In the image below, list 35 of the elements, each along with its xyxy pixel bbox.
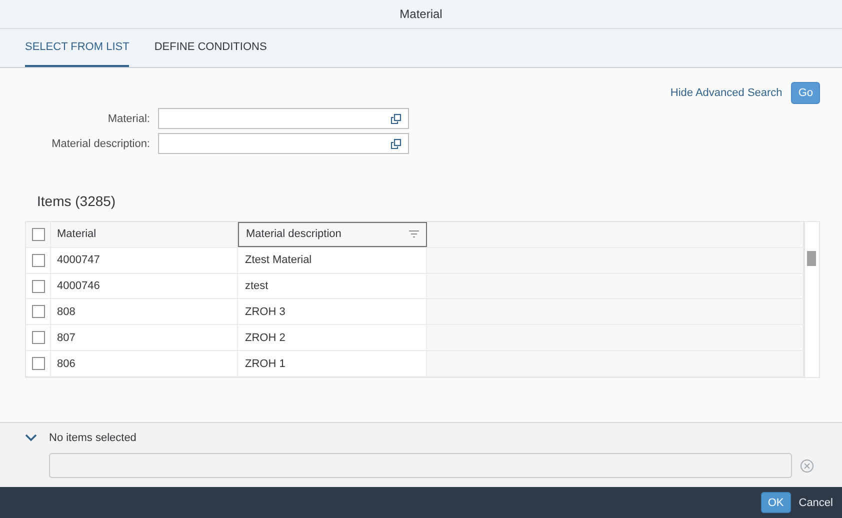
table-cell: ZROH 1 — [238, 351, 427, 376]
input-field[interactable] — [158, 108, 409, 129]
scrollbar-thumb[interactable] — [807, 251, 816, 266]
filter-icon[interactable] — [409, 230, 419, 238]
table-cell: Ztest Material — [238, 248, 427, 273]
table-cell: ZROH 2 — [238, 325, 427, 350]
table-cell: 806 — [51, 351, 238, 376]
selection-status: No items selected — [49, 432, 136, 444]
table-title: Items (3285) — [37, 193, 117, 211]
table-cell: 4000746 — [51, 274, 238, 298]
scrollbar[interactable] — [804, 222, 820, 377]
token-field[interactable] — [49, 453, 792, 478]
chevron-down-icon[interactable] — [25, 434, 37, 442]
tab[interactable]: DEFINE CONDITIONS — [154, 29, 267, 67]
column-header[interactable]: Material description — [238, 222, 427, 247]
checkbox[interactable] — [32, 331, 44, 344]
value-help-icon[interactable] — [390, 138, 402, 150]
checkbox[interactable] — [32, 254, 44, 267]
checkbox[interactable] — [32, 280, 44, 293]
window-title: Material — [400, 7, 442, 21]
field-label: Material: — [106, 112, 150, 124]
checkbox[interactable] — [32, 357, 44, 370]
table-cell: 4000747 — [51, 248, 238, 273]
table-cell: 808 — [51, 299, 238, 324]
clear-icon[interactable] — [800, 458, 814, 472]
table-cell: 807 — [51, 325, 238, 350]
input-field[interactable] — [158, 133, 409, 154]
value-help-icon[interactable] — [390, 112, 402, 124]
field-label: Material description: — [50, 138, 150, 150]
checkbox[interactable] — [32, 305, 44, 318]
cancel-button[interactable]: Cancel — [796, 492, 835, 513]
table-cell: ZROH 3 — [238, 299, 427, 324]
table-cell: ztest — [238, 274, 427, 298]
checkbox[interactable] — [32, 228, 44, 241]
hide-advanced-search-link[interactable]: Hide Advanced Search — [670, 87, 782, 99]
